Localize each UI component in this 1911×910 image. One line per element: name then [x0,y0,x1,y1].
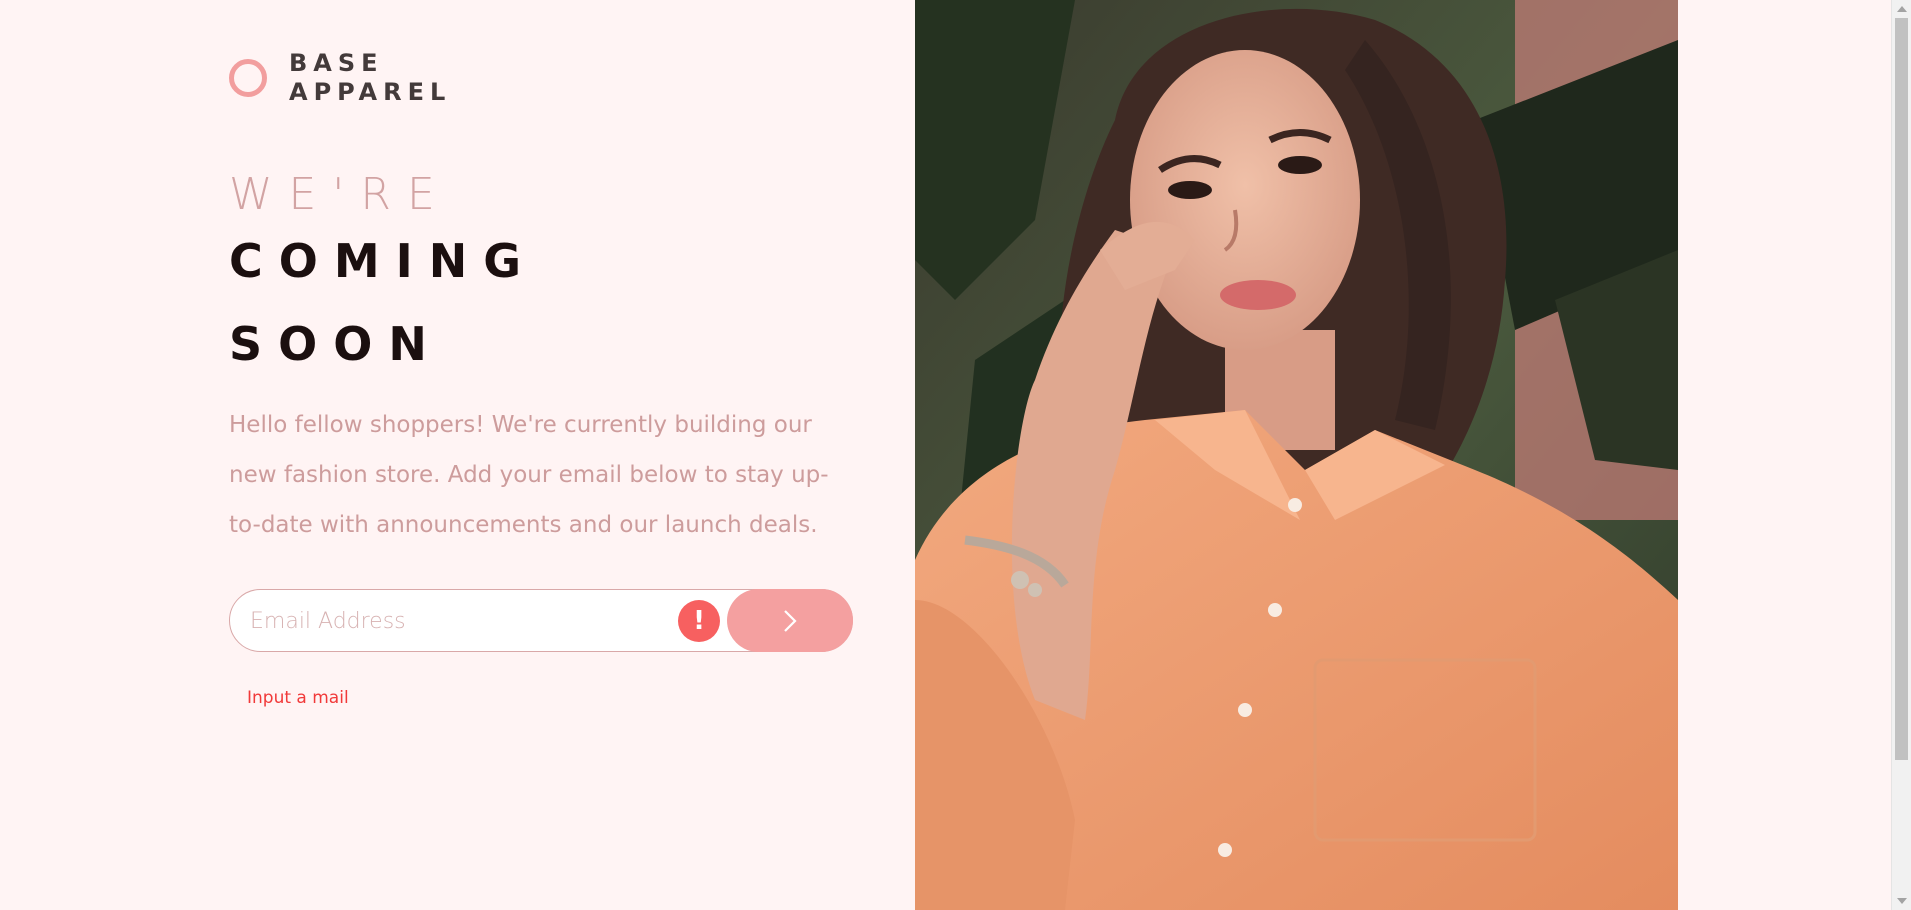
page-description: Hello fellow shoppers! We're currently b… [229,412,829,538]
chevron-right-icon [784,609,797,632]
logo-ring-icon [229,59,267,97]
hero-photo [915,0,1678,910]
scroll-up-arrow-icon[interactable] [1897,6,1907,12]
brand-name-line2: APPAREL [289,78,452,106]
content-panel: BASE APPAREL WE'RE COMING SOON Hello fel… [0,0,915,910]
scrollbar-thumb[interactable] [1895,18,1908,760]
submit-button[interactable] [727,589,853,652]
page-scrollbar[interactable] [1891,0,1911,910]
brand-name-line1: BASE [289,49,384,77]
scroll-down-arrow-icon[interactable] [1897,898,1907,904]
brand-name: BASE APPAREL [289,49,451,107]
title-light-line: WE'RE [229,169,451,220]
email-error-message: Input a mail [247,688,349,708]
page: BASE APPAREL WE'RE COMING SOON Hello fel… [0,0,1911,910]
brand-logo[interactable]: BASE APPAREL [229,49,451,107]
title-bold-line2: SOON [229,317,443,371]
page-title: WE'RE COMING SOON [229,170,537,386]
error-icon: ! [678,600,720,642]
title-bold-line1: COMING [229,234,538,288]
hero-image [915,0,1678,910]
email-signup-form: ! [229,589,853,652]
email-field[interactable] [248,590,692,652]
